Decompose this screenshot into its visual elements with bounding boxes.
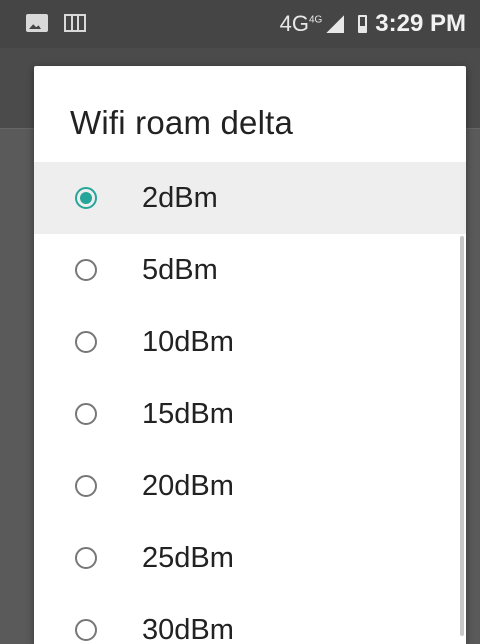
- option-30dbm[interactable]: 30dBm: [34, 594, 466, 644]
- option-5dbm[interactable]: 5dBm: [34, 234, 466, 306]
- option-20dbm[interactable]: 20dBm: [34, 450, 466, 522]
- option-label: 5dBm: [142, 253, 218, 286]
- option-15dbm[interactable]: 15dBm: [34, 378, 466, 450]
- radio-unselected-icon[interactable]: [75, 475, 97, 497]
- network-type-label: 4G: [279, 11, 309, 36]
- battery-icon: [358, 15, 368, 33]
- option-label: 15dBm: [142, 397, 234, 430]
- network-type-sup: 4G: [308, 14, 323, 26]
- radio-selected-icon[interactable]: [75, 187, 97, 209]
- option-label: 20dBm: [142, 469, 234, 502]
- sim-card-icon: [64, 14, 86, 32]
- option-label: 25dBm: [142, 541, 234, 574]
- option-list: 2dBm 5dBm 10dBm 15dBm 20dBm 25dBm 30dBm: [34, 162, 466, 644]
- status-time: 3:29 PM: [375, 10, 466, 37]
- radio-unselected-icon[interactable]: [75, 331, 97, 353]
- option-label: 2dBm: [142, 181, 218, 214]
- radio-unselected-icon[interactable]: [75, 259, 97, 281]
- option-10dbm[interactable]: 10dBm: [34, 306, 466, 378]
- option-25dbm[interactable]: 25dBm: [34, 522, 466, 594]
- image-notification-icon: [26, 14, 48, 32]
- network-type: 4G4G: [280, 11, 323, 37]
- signal-strength-icon: [326, 15, 345, 33]
- scrollbar[interactable]: [460, 236, 464, 636]
- roam-delta-dialog: Wifi roam delta 2dBm 5dBm 10dBm 15dBm 20…: [34, 66, 466, 644]
- option-label: 30dBm: [142, 613, 234, 644]
- dialog-title: Wifi roam delta: [70, 104, 294, 141]
- option-2dbm[interactable]: 2dBm: [34, 162, 466, 234]
- radio-unselected-icon[interactable]: [75, 403, 97, 425]
- radio-unselected-icon[interactable]: [75, 547, 97, 569]
- status-notifications: [26, 14, 86, 32]
- status-bar: 4G4G 3:29 PM: [0, 0, 480, 48]
- status-system: 4G4G 3:29 PM: [280, 10, 466, 38]
- option-label: 10dBm: [142, 325, 234, 358]
- radio-unselected-icon[interactable]: [75, 619, 97, 641]
